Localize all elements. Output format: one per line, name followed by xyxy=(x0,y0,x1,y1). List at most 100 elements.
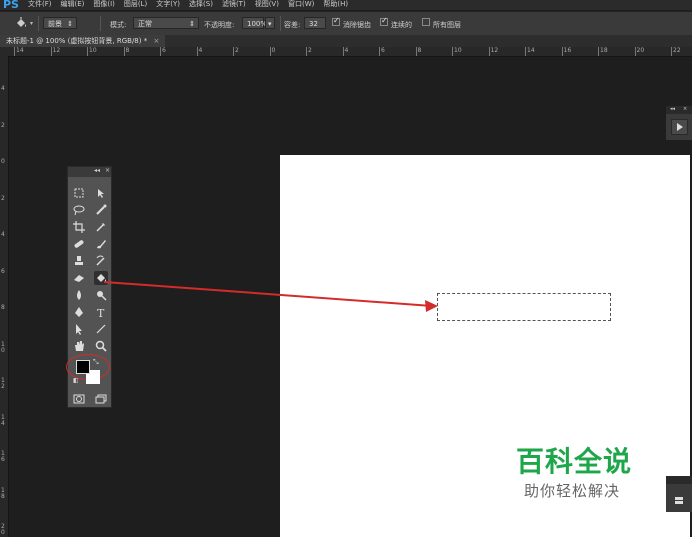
chevron-down-icon: ⇕ xyxy=(189,20,195,28)
ruler-label: 8 xyxy=(125,47,130,54)
menu-layer[interactable]: 图层(L) xyxy=(124,0,147,9)
menu-window[interactable]: 窗口(W) xyxy=(288,0,314,9)
mode-select[interactable]: 正常 ⇕ xyxy=(133,17,199,29)
clone-stamp-icon[interactable] xyxy=(72,254,86,268)
contiguous-label: 连续的 xyxy=(391,21,412,29)
tool-preset-caret-icon[interactable]: ▾ xyxy=(30,20,33,27)
menu-filter[interactable]: 滤镜(T) xyxy=(222,0,246,9)
antialias-checkbox[interactable] xyxy=(332,16,340,26)
layers-icon[interactable] xyxy=(673,492,685,504)
ruler-label: 18 xyxy=(1,486,5,500)
selection-marquee xyxy=(437,293,611,321)
ruler-label: 8 xyxy=(417,47,422,54)
line-icon[interactable] xyxy=(94,322,108,336)
tolerance-input[interactable]: 32 xyxy=(304,17,326,29)
ruler-label: 0 xyxy=(271,47,276,54)
ruler-label: 14 xyxy=(16,47,24,54)
menu-items: 文件(F) 编辑(E) 图像(I) 图层(L) 文字(Y) 选择(S) 滤镜(T… xyxy=(28,0,348,9)
pen-icon[interactable] xyxy=(72,305,86,319)
foreground-color-swatch[interactable] xyxy=(76,360,90,374)
watermark: 百科全说 助你轻松解决 xyxy=(516,446,646,501)
ruler-label: 10 xyxy=(89,47,97,54)
ruler-label: 22 xyxy=(673,47,681,54)
paint-bucket-icon[interactable] xyxy=(94,271,108,285)
swap-colors-icon[interactable]: ⤡ xyxy=(93,358,99,367)
path-select-icon[interactable] xyxy=(72,322,86,336)
ruler-label: 14 xyxy=(527,47,535,54)
vertical-ruler[interactable]: 4 2 0 2 4 6 8 10 12 14 16 18 20 xyxy=(0,56,9,537)
play-icon[interactable] xyxy=(671,119,688,135)
dodge-icon[interactable] xyxy=(94,288,108,302)
eraser-icon[interactable] xyxy=(72,271,86,285)
menu-select[interactable]: 选择(S) xyxy=(189,0,213,9)
eyedropper-icon[interactable] xyxy=(94,220,108,234)
healing-brush-icon[interactable] xyxy=(72,237,86,251)
watermark-title: 百科全说 xyxy=(516,445,633,478)
zoom-icon[interactable] xyxy=(94,339,108,353)
ruler-tick xyxy=(342,47,344,56)
ruler-label: 10 xyxy=(454,47,462,54)
ruler-label: 4 xyxy=(1,85,5,92)
ruler-tick xyxy=(525,47,526,56)
close-icon[interactable]: × xyxy=(105,167,110,174)
rect-marquee-icon[interactable] xyxy=(72,186,86,200)
opacity-input[interactable]: 100% xyxy=(242,17,267,29)
collapse-icon[interactable]: ◂◂ xyxy=(94,167,100,174)
menu-view[interactable]: 视图(V) xyxy=(255,0,279,9)
menu-image[interactable]: 图像(I) xyxy=(93,0,115,9)
all-layers-checkbox[interactable] xyxy=(422,18,430,26)
ruler-tick xyxy=(87,47,88,56)
document-tab[interactable]: 未标题-1 @ 100% (虚拟按钮背景, RGB/8) * × xyxy=(0,35,166,47)
default-colors-icon[interactable]: ◧ xyxy=(73,377,79,384)
opacity-dropdown[interactable]: ▾ xyxy=(265,17,275,29)
menu-file[interactable]: 文件(F) xyxy=(28,0,52,9)
type-icon[interactable]: T xyxy=(94,305,108,319)
blur-icon[interactable] xyxy=(72,288,86,302)
antialias-label: 消除锯齿 xyxy=(343,21,371,29)
screen-mode-icon[interactable] xyxy=(94,392,108,406)
menu-help[interactable]: 帮助(H) xyxy=(323,0,348,9)
history-brush-icon[interactable] xyxy=(94,254,108,268)
ruler-label: 4 xyxy=(1,231,5,238)
photoshop-logo: PS xyxy=(3,0,19,11)
contiguous-checkbox[interactable] xyxy=(380,16,388,26)
ruler-corner xyxy=(0,47,8,56)
ruler-tick xyxy=(415,47,417,56)
crop-icon[interactable] xyxy=(72,220,86,234)
horizontal-ruler[interactable]: 14 12 10 8 6 4 2 0 2 4 6 8 10 12 14 16 18 20 22 xyxy=(8,47,692,57)
hand-icon[interactable] xyxy=(72,339,86,353)
ruler-label: 12 xyxy=(1,377,5,390)
quick-select-icon[interactable] xyxy=(94,203,108,217)
panel-header[interactable] xyxy=(666,476,692,484)
ruler-label: 2 xyxy=(235,47,239,54)
close-icon[interactable]: × xyxy=(153,37,159,45)
tools-panel-header[interactable]: ◂◂ × xyxy=(68,167,111,177)
ruler-tick xyxy=(598,47,599,56)
document-title: 未标题-1 @ 100% (虚拟按钮背景, RGB/8) * xyxy=(6,37,148,45)
ruler-label: 14 xyxy=(1,413,5,427)
menu-bar: PS 文件(F) 编辑(E) 图像(I) 图层(L) 文字(Y) 选择(S) 滤… xyxy=(0,0,692,11)
fill-source-select[interactable]: 前景 ⇕ xyxy=(43,17,77,29)
options-bar: ▾ 前景 ⇕ 模式: 正常 ⇕ 不透明度: 100% ▾ 容差: 32 消除锯齿… xyxy=(0,11,692,36)
ruler-tick xyxy=(452,47,453,56)
brush-icon[interactable] xyxy=(94,237,108,251)
divider xyxy=(38,16,39,31)
quick-mask-icon[interactable] xyxy=(72,392,86,406)
paint-bucket-icon[interactable] xyxy=(14,16,28,30)
ruler-label: 6 xyxy=(162,47,166,54)
divider xyxy=(280,16,281,31)
close-icon[interactable]: × xyxy=(683,106,687,112)
menu-edit[interactable]: 编辑(E) xyxy=(61,0,85,9)
ruler-tick xyxy=(269,47,271,56)
ruler-tick xyxy=(233,47,234,56)
chevron-down-icon: ⇕ xyxy=(67,20,73,28)
divider xyxy=(100,16,101,31)
panel-header[interactable]: ◂◂ × xyxy=(666,106,692,114)
opacity-label: 不透明度: xyxy=(204,21,235,29)
ruler-label: 2 xyxy=(308,47,312,54)
svg-text:T: T xyxy=(97,307,105,319)
menu-type[interactable]: 文字(Y) xyxy=(156,0,180,9)
collapse-icon[interactable]: ◂◂ xyxy=(670,106,675,112)
move-icon[interactable] xyxy=(94,186,108,200)
lasso-icon[interactable] xyxy=(72,203,86,217)
